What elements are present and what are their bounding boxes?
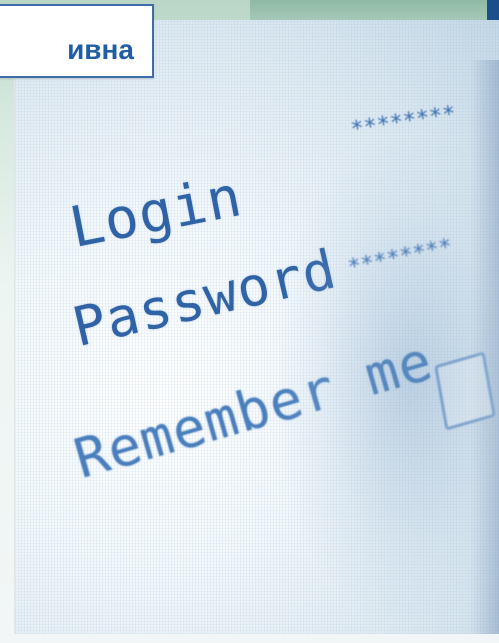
- title-box: ивна: [0, 4, 154, 78]
- page-title: ивна: [67, 34, 134, 65]
- login-label: Login: [64, 164, 248, 261]
- password-value: ********: [345, 234, 455, 281]
- remember-me-label: Remember me: [67, 328, 440, 491]
- login-value: ********: [349, 101, 458, 143]
- password-label: Password: [66, 237, 343, 359]
- photo-shadow: [470, 60, 499, 634]
- remember-me-checkbox: [434, 351, 496, 431]
- login-form-photo: ******** Login ******** Password Remembe…: [14, 20, 499, 634]
- slide-canvas: ******** Login ******** Password Remembe…: [0, 0, 499, 643]
